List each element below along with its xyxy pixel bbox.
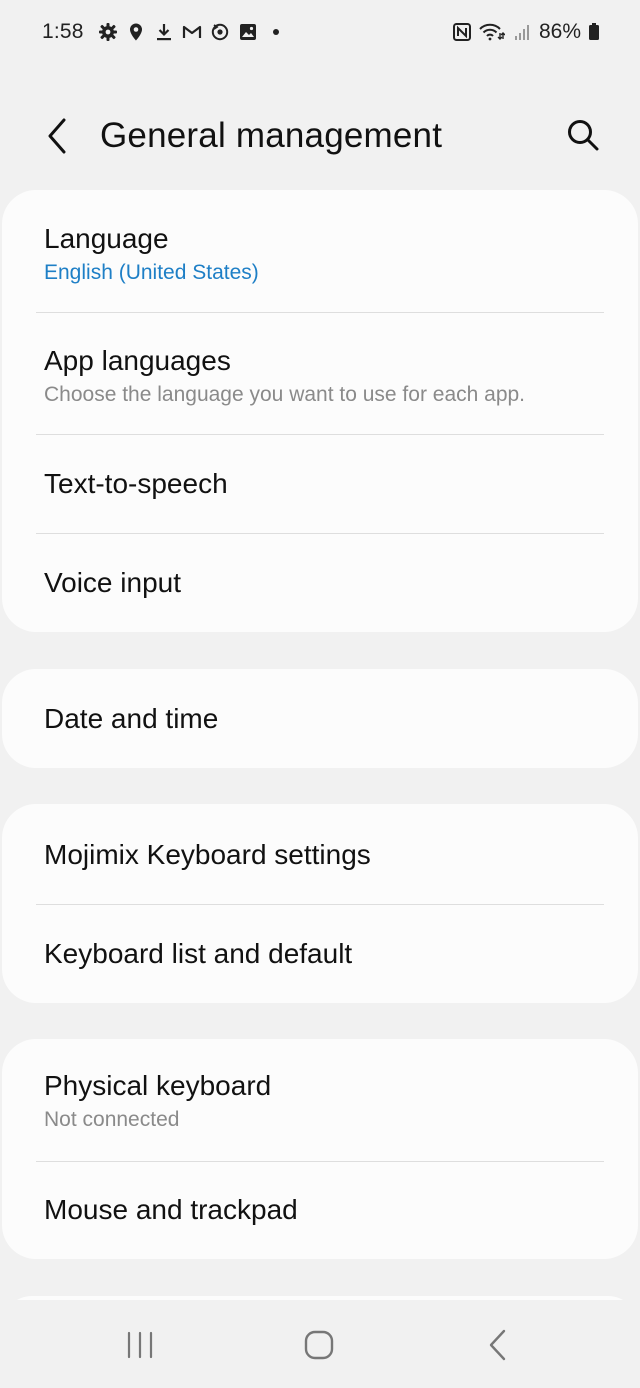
battery-level: 86% — [538, 20, 581, 43]
back-icon — [489, 1329, 506, 1361]
item-title: App languages — [44, 345, 231, 376]
list-item-voice-input[interactable]: Voice input — [2, 533, 638, 632]
list-item-mouse-and-trackpad[interactable]: Mouse and trackpad — [2, 1161, 638, 1259]
item-title: Keyboard list and default — [44, 938, 353, 969]
status-time: 1:58 — [42, 20, 84, 43]
navigation-bar — [0, 1300, 640, 1388]
settings-icon — [98, 22, 118, 42]
app-header: General management — [0, 96, 640, 176]
settings-group-language: Language English (United States) App lan… — [2, 190, 638, 632]
search-button[interactable] — [560, 112, 606, 158]
list-item-mojimix-keyboard-settings[interactable]: Mojimix Keyboard settings — [2, 804, 638, 904]
item-title: Mojimix Keyboard settings — [44, 839, 371, 870]
signal-icon — [512, 22, 532, 42]
screen: 1:58 86% General management Language Eng… — [0, 0, 640, 1388]
dot-icon — [266, 22, 286, 42]
back-button[interactable] — [36, 114, 76, 158]
item-title: Language — [44, 223, 169, 254]
item-title: Mouse and trackpad — [44, 1194, 298, 1225]
item-title: Physical keyboard — [44, 1070, 272, 1101]
item-subtitle: English (United States) — [44, 261, 259, 284]
home-icon — [304, 1330, 334, 1360]
search-icon — [568, 120, 599, 151]
status-right: 86% — [452, 20, 600, 44]
nfc-icon — [452, 22, 472, 42]
list-item-keyboard-list-and-default[interactable]: Keyboard list and default — [2, 904, 638, 1003]
sync-icon — [210, 22, 230, 42]
item-title: Voice input — [44, 567, 181, 598]
image-icon — [238, 22, 258, 42]
nav-back-button[interactable] — [468, 1320, 528, 1370]
gmail-icon — [182, 22, 202, 42]
list-item-language[interactable]: Language English (United States) — [2, 190, 638, 312]
list-item-date-and-time[interactable]: Date and time — [2, 669, 638, 768]
settings-group-keyboard: Mojimix Keyboard settings Keyboard list … — [2, 804, 638, 1003]
download-icon — [154, 22, 174, 42]
recents-icon — [127, 1331, 153, 1359]
recents-button[interactable] — [110, 1320, 170, 1370]
battery-icon — [588, 22, 600, 42]
location-pin-icon — [126, 22, 146, 42]
item-title: Date and time — [44, 703, 219, 734]
list-item-physical-keyboard[interactable]: Physical keyboard Not connected — [2, 1039, 638, 1161]
settings-group-date-time: Date and time — [2, 669, 638, 768]
status-left: 1:58 — [42, 20, 286, 44]
item-title: Text-to-speech — [44, 468, 228, 499]
list-item-app-languages[interactable]: App languages Choose the language you wa… — [2, 312, 638, 434]
settings-group-input-devices: Physical keyboard Not connected Mouse an… — [2, 1039, 638, 1259]
list-item-text-to-speech[interactable]: Text-to-speech — [2, 434, 638, 533]
chevron-left-icon — [48, 118, 66, 154]
item-subtitle: Choose the language you want to use for … — [44, 383, 526, 406]
item-subtitle: Not connected — [44, 1108, 180, 1131]
status-bar: 1:58 86% — [0, 0, 640, 64]
page-title: General management — [100, 116, 443, 155]
home-button[interactable] — [289, 1320, 349, 1370]
wifi-icon — [479, 22, 505, 42]
